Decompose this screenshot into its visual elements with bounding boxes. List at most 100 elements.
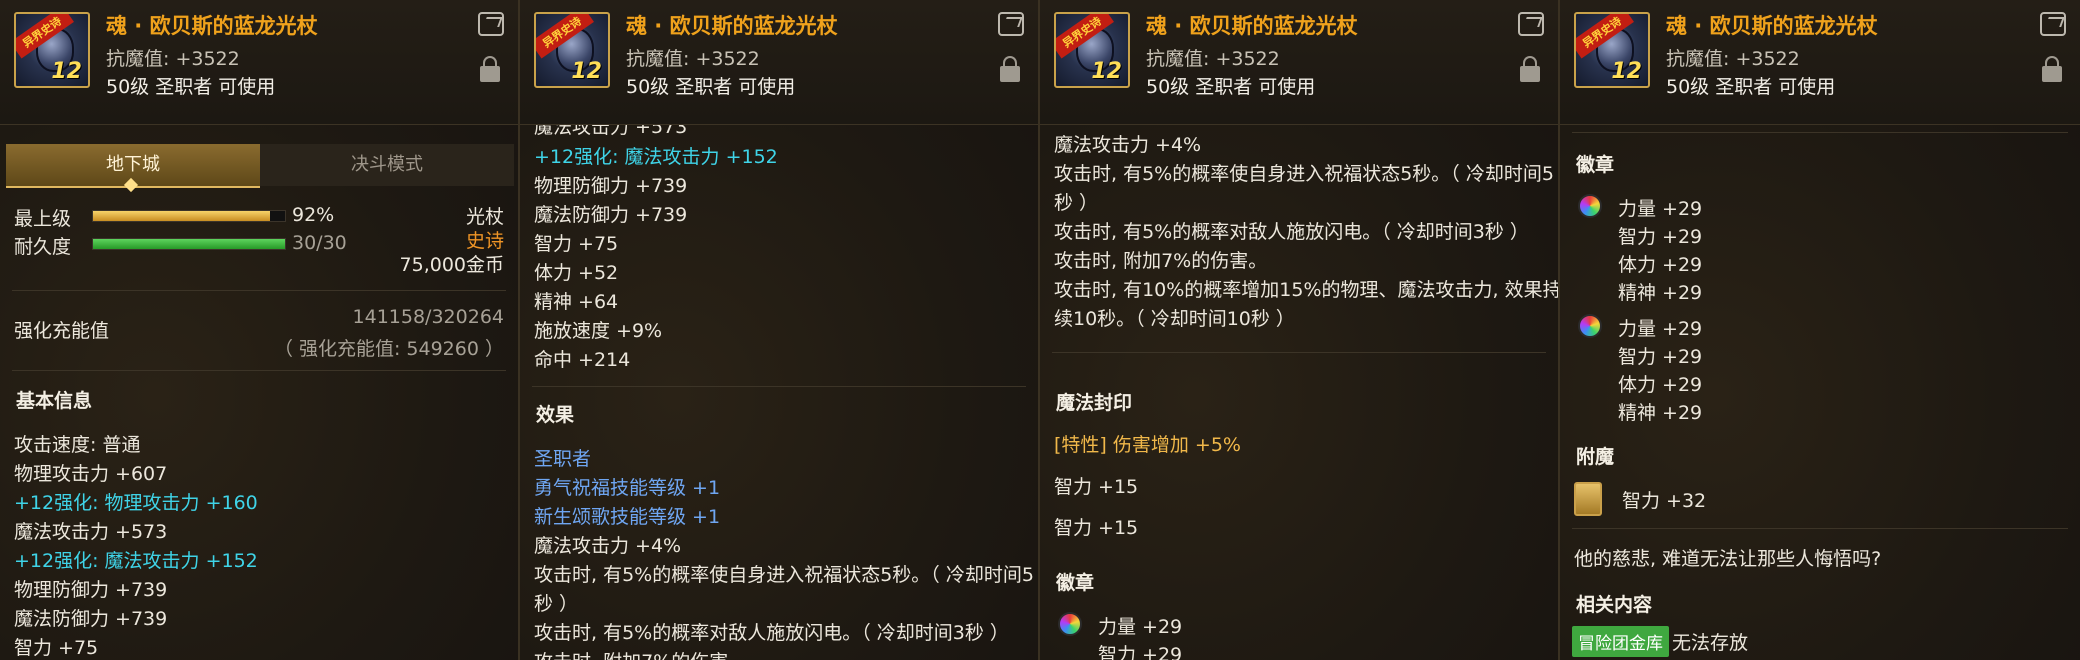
stat-line: 物理攻击力 +607 [14,463,168,485]
divider [12,370,506,371]
enhance-level: 12 [1611,59,1642,84]
emblem-heading: 徽章 [1576,154,1615,176]
effect-line: 魔法攻击力 +4% [1054,134,1202,156]
durability-value: 30/30 [292,232,347,254]
effect-line: 魔法攻击力 +4% [534,535,682,557]
panel-content: 地下城 决斗模式 最上级 92% 耐久度 30/30 光杖 史诗 75,000金… [0,124,518,660]
item-tooltip-panel-1: 异界史诗 12 魂 · 欧贝斯的蓝龙光杖 抗魔值: +3522 50级 圣职者 … [0,0,520,660]
emblem-heading: 徽章 [1056,572,1095,594]
emblem-stat: 体力 +29 [1618,374,1703,396]
divider [1572,528,2068,529]
lock-icon[interactable] [1000,56,1020,82]
skill-line: 勇气祝福技能等级 +1 [534,477,721,499]
enhance-level: 12 [571,59,602,84]
item-header: 异界史诗 12 魂 · 欧贝斯的蓝龙光杖 抗魔值: +3522 50级 圣职者 … [1040,0,1558,125]
max-level-bar [92,210,286,222]
seal-heading: 魔法封印 [1056,392,1133,414]
stat-line-enhance: +12强化: 魔法攻击力 +152 [14,550,258,572]
item-tooltip-panel-3: 异界史诗 12 魂 · 欧贝斯的蓝龙光杖 抗魔值: +3522 50级 圣职者 … [1040,0,1560,660]
stat-line: 精神 +64 [534,291,619,313]
item-requirement: 50级 圣职者 可使用 [1666,76,1836,98]
class-line: 圣职者 [534,448,592,470]
stat-line-partial: 魔法攻击力 +573 [534,124,688,138]
item-tooltip-panel-2: 异界史诗 12 魂 · 欧贝斯的蓝龙光杖 抗魔值: +3522 50级 圣职者 … [520,0,1040,660]
max-level-value: 92% [292,204,335,226]
durability-bar-fill [93,239,285,249]
skill-line: 新生颂歌技能等级 +1 [534,506,721,528]
effect-line: 攻击时, 有5%的概率使自身进入祝福状态5秒。（ 冷却时间5 [534,564,1034,586]
charge-sub: （ 强化充能值: 549260 ） [273,338,504,360]
emblem-stat: 力量 +29 [1098,616,1183,638]
divider [1052,352,1546,353]
flavor-text: 他的慈悲, 难道无法让那些人悔悟吗? [1574,548,1882,570]
stat-line: 体力 +52 [534,262,619,284]
effect-line: 攻击时, 有10%的概率增加15%的物理、魔法攻击力, 效果持 [1054,279,1558,301]
panel-content: 徽章 力量 +29 智力 +29 体力 +29 精神 +29 力量 +29 智力… [1560,124,2080,660]
effect-line: 续10秒。（ 冷却时间10秒 ） [1054,308,1295,330]
item-price: 75,000金币 [399,254,504,276]
max-level-label: 最上级 [14,208,72,230]
stat-line: 魔法防御力 +739 [14,608,168,630]
effect-line: 攻击时, 附加7%的伤害。 [1054,250,1268,272]
stat-line: 魔法防御力 +739 [534,204,688,226]
lock-icon[interactable] [2042,56,2062,82]
effect-line: 攻击时, 有5%的概率对敌人施放闪电。（ 冷却时间3秒 ） [1054,221,1529,243]
weapon-type: 光杖 [465,206,504,228]
share-icon[interactable] [2040,12,2066,36]
emblem-stat: 力量 +29 [1618,318,1703,340]
stat-line-enhance: +12强化: 物理攻击力 +160 [14,492,258,514]
emblem-stat: 精神 +29 [1618,282,1703,304]
max-level-bar-fill [93,211,270,221]
panel-content: 魔法攻击力 +573 +12强化: 魔法攻击力 +152 物理防御力 +739 … [520,124,1038,660]
item-name: 魂 · 欧贝斯的蓝龙光杖 [1666,14,1878,38]
effect-heading: 效果 [536,404,575,426]
seal-stat: 智力 +15 [1054,476,1139,498]
item-icon: 异界史诗 12 [534,12,610,88]
lock-icon[interactable] [1520,56,1540,82]
divider [12,290,506,291]
item-requirement: 50级 圣职者 可使用 [626,76,796,98]
charge-label: 强化充能值 [14,320,110,342]
item-header: 异界史诗 12 魂 · 欧贝斯的蓝龙光杖 抗魔值: +3522 50级 圣职者 … [1560,0,2080,125]
charge-value: 141158/320264 [352,306,504,328]
item-requirement: 50级 圣职者 可使用 [1146,76,1316,98]
item-name: 魂 · 欧贝斯的蓝龙光杖 [626,14,838,38]
item-tooltip-panel-4: 异界史诗 12 魂 · 欧贝斯的蓝龙光杖 抗魔值: +3522 50级 圣职者 … [1560,0,2080,660]
basic-info-heading: 基本信息 [16,390,93,412]
stat-line: 攻击速度: 普通 [14,434,141,456]
durability-bar [92,238,286,250]
effect-line: 攻击时, 有5%的概率使自身进入祝福状态5秒。（ 冷却时间5 [1054,163,1554,185]
stat-line: 施放速度 +9% [534,320,663,342]
tab-pvp[interactable]: 决斗模式 [260,144,514,186]
mode-tabs: 地下城 决斗模式 [6,144,514,193]
lock-icon[interactable] [480,56,500,82]
emblem-stat: 智力 +29 [1618,226,1703,248]
emblem-stat: 智力 +29 [1098,644,1183,660]
related-heading: 相关内容 [1576,594,1653,616]
item-resist: 抗魔值: +3522 [1146,48,1280,70]
emblem-stat: 力量 +29 [1618,198,1703,220]
enhance-level: 12 [51,59,82,84]
divider [1572,132,2068,133]
emblem-stat: 智力 +29 [1618,346,1703,368]
item-icon: 异界史诗 12 [1054,12,1130,88]
effect-line: 秒 ） [534,593,579,615]
item-icon: 异界史诗 12 [14,12,90,88]
enchant-heading: 附魔 [1576,446,1615,468]
emblem-stat: 精神 +29 [1618,402,1703,424]
item-name: 魂 · 欧贝斯的蓝龙光杖 [1146,14,1358,38]
panel-content: 魔法攻击力 +4% 攻击时, 有5%的概率使自身进入祝福状态5秒。（ 冷却时间5… [1040,124,1558,660]
stat-line: 命中 +214 [534,349,631,371]
item-name: 魂 · 欧贝斯的蓝龙光杖 [106,14,318,38]
seal-stat: 智力 +15 [1054,517,1139,539]
share-icon[interactable] [1518,12,1544,36]
effect-line: 攻击时, 附加7%的伤害 [534,647,728,660]
effect-line: 秒 ） [1054,192,1099,214]
stat-line: 物理防御力 +739 [534,175,688,197]
item-requirement: 50级 圣职者 可使用 [106,76,276,98]
share-icon[interactable] [998,12,1024,36]
item-icon: 异界史诗 12 [1574,12,1650,88]
share-icon[interactable] [478,12,504,36]
item-header: 异界史诗 12 魂 · 欧贝斯的蓝龙光杖 抗魔值: +3522 50级 圣职者 … [0,0,518,125]
stat-line: 魔法攻击力 +573 [14,521,168,543]
